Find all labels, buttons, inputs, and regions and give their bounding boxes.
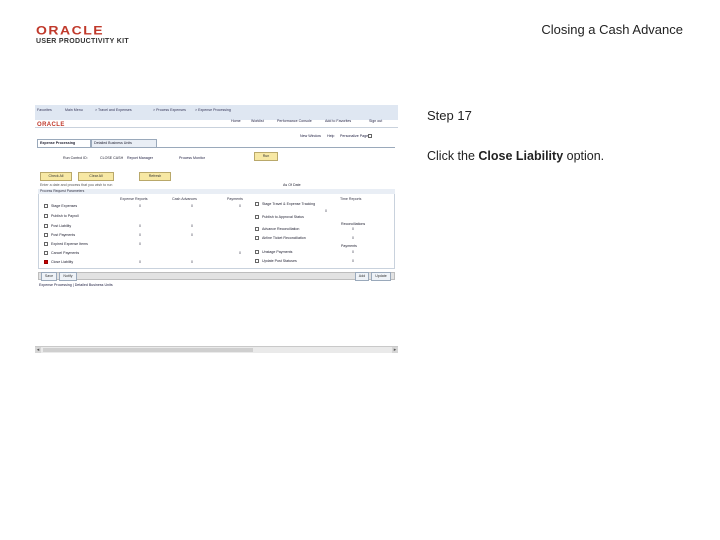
publish-payroll-label: Publish to Payroll bbox=[51, 214, 79, 218]
refresh-button[interactable]: Refresh bbox=[139, 172, 171, 181]
footer-links[interactable]: Expense Processing | Detailed Business U… bbox=[39, 283, 113, 287]
table-cell: 0 bbox=[139, 224, 141, 228]
breadcrumb-favorites[interactable]: Favorites bbox=[37, 108, 52, 112]
table-cell: 0 bbox=[139, 204, 141, 208]
breadcrumb-process[interactable]: > Process Expenses bbox=[153, 108, 186, 112]
expired-items-checkbox[interactable] bbox=[44, 242, 48, 246]
link-performance-console[interactable]: Performance Console bbox=[277, 119, 312, 123]
airline-recon-label: Airline Ticket Reconciliation bbox=[262, 236, 306, 240]
run-button[interactable]: Run bbox=[254, 152, 278, 161]
advance-recon-checkbox[interactable] bbox=[255, 227, 259, 231]
table-cell: 0 bbox=[239, 204, 241, 208]
step-number: Step 17 bbox=[427, 108, 472, 123]
run-control-label: Run Control ID: bbox=[63, 156, 88, 160]
tab-expense-processing[interactable]: Expense Processing bbox=[37, 139, 91, 147]
advance-recon-label: Advance Reconciliation bbox=[262, 227, 300, 231]
col-cash-advances: Cash Advances bbox=[172, 197, 197, 201]
link-worklist[interactable]: Worklist bbox=[251, 119, 264, 123]
update-post-checkbox[interactable] bbox=[255, 259, 259, 263]
close-liability-label[interactable]: Close Liability bbox=[51, 260, 73, 264]
breadcrumb-travel[interactable]: > Travel and Expenses bbox=[95, 108, 132, 112]
table-cell: 0 bbox=[325, 209, 327, 213]
table-cell: 0 bbox=[191, 260, 193, 264]
publish-approval-checkbox[interactable] bbox=[255, 215, 259, 219]
header-divider bbox=[35, 127, 398, 128]
col-payments: Payments bbox=[227, 197, 243, 201]
link-add-favorites[interactable]: Add to Favorites bbox=[325, 119, 351, 123]
stage-tracking-checkbox[interactable] bbox=[255, 202, 259, 206]
personalize-icon[interactable] bbox=[368, 134, 372, 138]
scroll-right-icon[interactable]: ▸ bbox=[392, 347, 398, 353]
parameters-box bbox=[38, 189, 395, 269]
unstage-payments-checkbox[interactable] bbox=[255, 250, 259, 254]
col-expense-reports: Expense Reports bbox=[120, 197, 148, 201]
tab-underline bbox=[37, 147, 395, 148]
table-cell: 0 bbox=[352, 236, 354, 240]
breadcrumb-expense-processing[interactable]: > Expense Processing bbox=[195, 108, 231, 112]
reconciliations-head: Reconciliations bbox=[341, 222, 366, 226]
table-cell: 0 bbox=[191, 233, 193, 237]
table-cell: 0 bbox=[191, 224, 193, 228]
instruction-prefix: Click the bbox=[427, 149, 479, 163]
post-liability-checkbox[interactable] bbox=[44, 224, 48, 228]
stage-tracking-label: Stage Travel & Expense Tracking bbox=[262, 202, 316, 206]
as-of-date-label: As Of Date bbox=[283, 183, 301, 187]
help-link[interactable]: Help bbox=[327, 134, 334, 138]
tab-business-units[interactable]: Detailed Business Units bbox=[91, 139, 157, 147]
table-cell: 0 bbox=[352, 259, 354, 263]
publish-approval-label: Publish to Approval Status bbox=[262, 215, 304, 219]
new-window-link[interactable]: New Window bbox=[300, 134, 321, 138]
post-liability-label: Post Liability bbox=[51, 224, 72, 228]
parameters-title: Process Request Parameters bbox=[38, 189, 395, 194]
horizontal-scrollbar[interactable]: ◂ ▸ bbox=[35, 346, 398, 353]
bottom-toolbar bbox=[38, 272, 395, 280]
post-payments-label: Post Payments bbox=[51, 233, 76, 237]
notify-button[interactable]: Notify bbox=[59, 272, 77, 281]
oracle-logo: ORACLE bbox=[36, 23, 105, 37]
upk-logo-subtitle: USER PRODUCTIVITY KIT bbox=[36, 38, 129, 45]
process-monitor-link[interactable]: Process Monitor bbox=[179, 156, 205, 160]
table-cell: 0 bbox=[352, 227, 354, 231]
clear-all-button[interactable]: Clear All bbox=[78, 172, 114, 181]
col-time-reports: Time Reports bbox=[340, 197, 362, 201]
save-button[interactable]: Save bbox=[41, 272, 57, 281]
table-cell: 0 bbox=[191, 204, 193, 208]
stage-expenses-checkbox[interactable] bbox=[44, 204, 48, 208]
add-button[interactable]: Add bbox=[355, 272, 369, 281]
instruction-target: Close Liability bbox=[478, 149, 564, 163]
close-liability-checkbox[interactable] bbox=[44, 260, 48, 264]
app-topbar: Favorites Main Menu > Travel and Expense… bbox=[35, 105, 398, 120]
update-post-label: Update Post Statuses bbox=[262, 259, 297, 263]
cancel-payments-checkbox[interactable] bbox=[44, 251, 48, 255]
slide-title: Closing a Cash Advance bbox=[541, 22, 683, 37]
table-cell: 0 bbox=[352, 250, 354, 254]
table-cell: 0 bbox=[239, 251, 241, 255]
update-button[interactable]: Update bbox=[371, 272, 391, 281]
link-sign-out[interactable]: Sign out bbox=[369, 119, 382, 123]
check-all-button[interactable]: Check All bbox=[40, 172, 72, 181]
app-screenshot: Favorites Main Menu > Travel and Expense… bbox=[35, 105, 398, 353]
table-cell: 0 bbox=[139, 260, 141, 264]
airline-recon-checkbox[interactable] bbox=[255, 236, 259, 240]
hint-text: Enter a date and process that you wish t… bbox=[40, 183, 113, 187]
link-home[interactable]: Home bbox=[231, 119, 241, 123]
table-cell: 0 bbox=[139, 242, 141, 246]
breadcrumb-main-menu[interactable]: Main Menu bbox=[65, 108, 83, 112]
step-instruction: Click the Close Liability option. bbox=[427, 149, 604, 163]
scroll-thumb[interactable] bbox=[43, 348, 253, 352]
publish-payroll-checkbox[interactable] bbox=[44, 214, 48, 218]
personalize-link[interactable]: Personalize Page bbox=[340, 134, 368, 138]
cancel-payments-label: Cancel Payments bbox=[51, 251, 80, 255]
expired-items-label: Expired Expense Items bbox=[51, 242, 88, 246]
run-control-value: CLOSE CASH bbox=[100, 156, 124, 160]
instruction-suffix: option. bbox=[563, 149, 605, 163]
stage-expenses-label: Stage Expenses bbox=[51, 204, 78, 208]
unstage-payments-label: Unstage Payments bbox=[262, 250, 293, 254]
table-cell: 0 bbox=[139, 233, 141, 237]
report-manager-link[interactable]: Report Manager bbox=[127, 156, 153, 160]
scroll-left-icon[interactable]: ◂ bbox=[35, 347, 41, 353]
post-payments-checkbox[interactable] bbox=[44, 233, 48, 237]
payments-head: Payments bbox=[341, 244, 357, 248]
